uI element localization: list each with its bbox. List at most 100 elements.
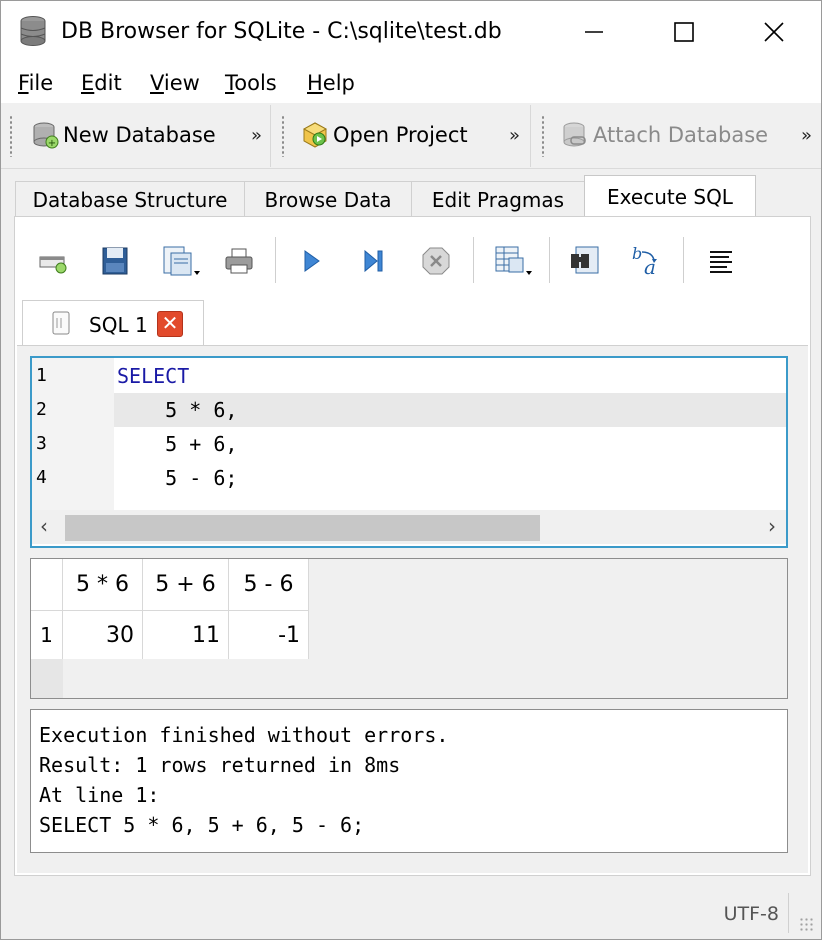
editor-tab-label: SQL 1 (89, 313, 148, 337)
open-sql-file-icon (102, 247, 128, 275)
menu-help-label: elp (322, 71, 355, 95)
editor-horizontal-scrollbar[interactable]: ‹ › (32, 510, 786, 544)
column-header[interactable]: 5 - 6 (229, 559, 309, 611)
close-window-button[interactable] (729, 1, 819, 63)
status-separator (788, 893, 789, 933)
maximize-button[interactable] (639, 1, 729, 63)
stop-execution-button[interactable] (418, 243, 454, 279)
toolbar-group-database: + New Database » (1, 105, 271, 167)
minimize-icon (585, 31, 603, 33)
open-sql-file-button[interactable] (97, 243, 133, 279)
execute-line-button[interactable] (355, 243, 391, 279)
execute-all-icon (304, 250, 320, 272)
line-number: 2 (36, 399, 47, 420)
print-button[interactable] (221, 243, 257, 279)
main-toolbar: + New Database » Open Project » Attach D… (1, 103, 821, 169)
toolbar-group-project: Open Project » (273, 105, 531, 167)
tab-database-structure[interactable]: Database Structure (15, 181, 245, 217)
message-line: Execution finished without errors. (39, 723, 449, 747)
menu-view[interactable]: View (150, 71, 200, 95)
toolbar-grip[interactable] (281, 115, 285, 157)
message-line: SELECT 5 * 6, 5 + 6, 5 - 6; (39, 813, 365, 837)
table-cell[interactable]: 30 (63, 611, 143, 659)
title-bar[interactable]: DB Browser for SQLite - C:\sqlite\test.d… (1, 1, 821, 63)
sql-toolbar: b a (15, 217, 810, 299)
menu-edit-mnemonic: E (81, 71, 95, 95)
app-window: DB Browser for SQLite - C:\sqlite\test.d… (0, 0, 822, 940)
sql-document-icon (52, 311, 70, 335)
menu-file[interactable]: File (18, 71, 53, 95)
toolbar-grip[interactable] (9, 115, 13, 157)
menu-tools[interactable]: Tools (225, 71, 277, 95)
close-editor-tab-button[interactable]: ✕ (157, 311, 183, 337)
find-replace-button[interactable]: b a (629, 243, 665, 279)
find-replace-icon: b a (632, 244, 657, 278)
menu-edit-label: dit (94, 71, 122, 95)
new-database-icon: + (33, 122, 59, 149)
menu-tools-mnemonic: T (225, 71, 235, 95)
tab-execute-sql[interactable]: Execute SQL (584, 175, 756, 218)
comment-block-button[interactable] (703, 243, 739, 279)
row-header[interactable]: 1 (31, 611, 63, 659)
menu-file-mnemonic: F (18, 71, 29, 95)
open-project-button[interactable]: Open Project (301, 115, 468, 155)
message-line: At line 1: (39, 783, 160, 807)
tab-browse-data[interactable]: Browse Data (244, 181, 412, 217)
open-project-label: Open Project (333, 123, 468, 147)
toolbar-grip[interactable] (541, 115, 545, 157)
toolbar-group-attach: Attach Database » (533, 105, 821, 167)
attach-database-button[interactable]: Attach Database (561, 115, 768, 155)
table-cell[interactable]: -1 (229, 611, 309, 659)
tab-edit-pragmas[interactable]: Edit Pragmas (411, 181, 585, 217)
minimize-button[interactable] (549, 1, 639, 63)
grid-corner[interactable] (31, 559, 63, 611)
open-tab-button[interactable] (35, 243, 71, 279)
status-bar: UTF-8 (1, 881, 821, 939)
save-sql-file-icon (163, 246, 200, 276)
save-results-button[interactable] (491, 243, 537, 279)
toolbar-overflow-1[interactable]: » (251, 125, 262, 146)
scroll-right-icon[interactable]: › (768, 514, 776, 538)
line-number: 3 (36, 433, 47, 454)
find-button[interactable] (567, 243, 603, 279)
window-title: DB Browser for SQLite - C:\sqlite\test.d… (61, 19, 502, 44)
toolbar-overflow-2[interactable]: » (509, 125, 520, 146)
toolbar-separator (549, 237, 550, 283)
code-line: 5 * 6, (117, 398, 238, 422)
svg-text:+: + (48, 138, 56, 149)
close-icon (764, 22, 784, 42)
execute-sql-panel: b a SQL 1 ✕ 1 2 3 4 SELECT 5 * 6, 5 + 6,… (14, 216, 811, 876)
main-tab-bar: Database Structure Browse Data Edit Prag… (1, 173, 821, 218)
grid-row-header-filler (31, 659, 63, 698)
sql-editor[interactable]: 1 2 3 4 SELECT 5 * 6, 5 + 6, 5 - 6; ‹ › (30, 356, 788, 548)
save-results-icon (495, 246, 532, 275)
toolbar-separator (683, 237, 684, 283)
menu-help[interactable]: Help (307, 71, 355, 95)
save-sql-file-button[interactable] (159, 243, 205, 279)
toolbar-overflow-3[interactable]: » (801, 125, 812, 146)
menu-view-label: iew (163, 71, 200, 95)
resize-grip-icon[interactable] (799, 917, 815, 933)
table-cell[interactable]: 11 (143, 611, 229, 659)
message-line: Result: 1 rows returned in 8ms (39, 753, 401, 777)
find-icon (571, 246, 599, 274)
line-number: 4 (36, 467, 47, 488)
new-database-button[interactable]: + New Database (31, 115, 216, 155)
message-pane[interactable]: Execution finished without errors. Resul… (30, 709, 788, 853)
toolbar-separator (275, 237, 276, 283)
execute-all-button[interactable] (293, 243, 329, 279)
menu-tools-label: ools (234, 71, 277, 95)
code-line: 5 - 6; (117, 466, 238, 490)
editor-tab-sql-1[interactable]: SQL 1 ✕ (22, 300, 204, 346)
results-grid: 5 * 6 5 + 6 5 - 6 1 30 11 -1 (30, 558, 788, 699)
scroll-left-icon[interactable]: ‹ (40, 514, 48, 538)
svg-text:b: b (632, 244, 642, 263)
scrollbar-thumb[interactable] (65, 515, 540, 541)
attach-database-icon (563, 122, 586, 147)
column-header[interactable]: 5 + 6 (143, 559, 229, 611)
new-database-label: New Database (63, 123, 216, 147)
column-header[interactable]: 5 * 6 (63, 559, 143, 611)
close-tab-icon: ✕ (161, 311, 179, 335)
menu-edit[interactable]: Edit (81, 71, 122, 95)
maximize-icon (674, 22, 694, 42)
